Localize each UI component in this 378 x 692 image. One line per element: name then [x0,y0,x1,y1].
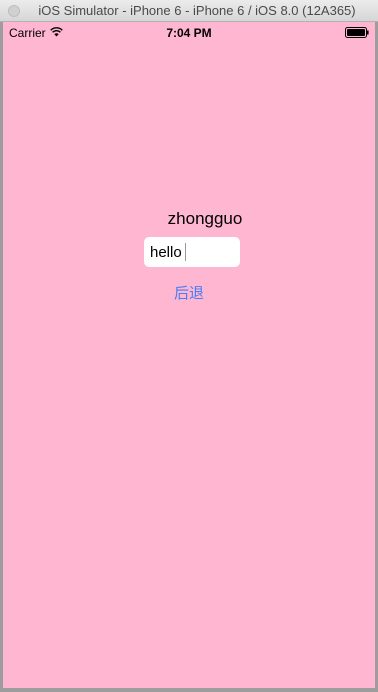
window-titlebar: iOS Simulator - iPhone 6 - iPhone 6 / iO… [0,0,378,22]
title-label: zhongguo [167,209,243,228]
back-button[interactable]: 后退 [3,282,375,303]
text-input-value: hello [150,243,182,261]
status-time: 7:04 PM [166,26,212,40]
text-cursor [184,243,186,261]
simulator-window: iOS Simulator - iPhone 6 - iPhone 6 / iO… [0,0,378,692]
device-screen: Carrier 7:04 PM zhongguo hello 后退 [3,22,375,688]
text-input-field[interactable]: hello [144,237,240,267]
battery-icon [345,27,369,38]
window-close-icon[interactable] [8,5,20,17]
status-bar: Carrier 7:04 PM [3,22,375,42]
window-title: iOS Simulator - iPhone 6 - iPhone 6 / iO… [38,3,356,18]
